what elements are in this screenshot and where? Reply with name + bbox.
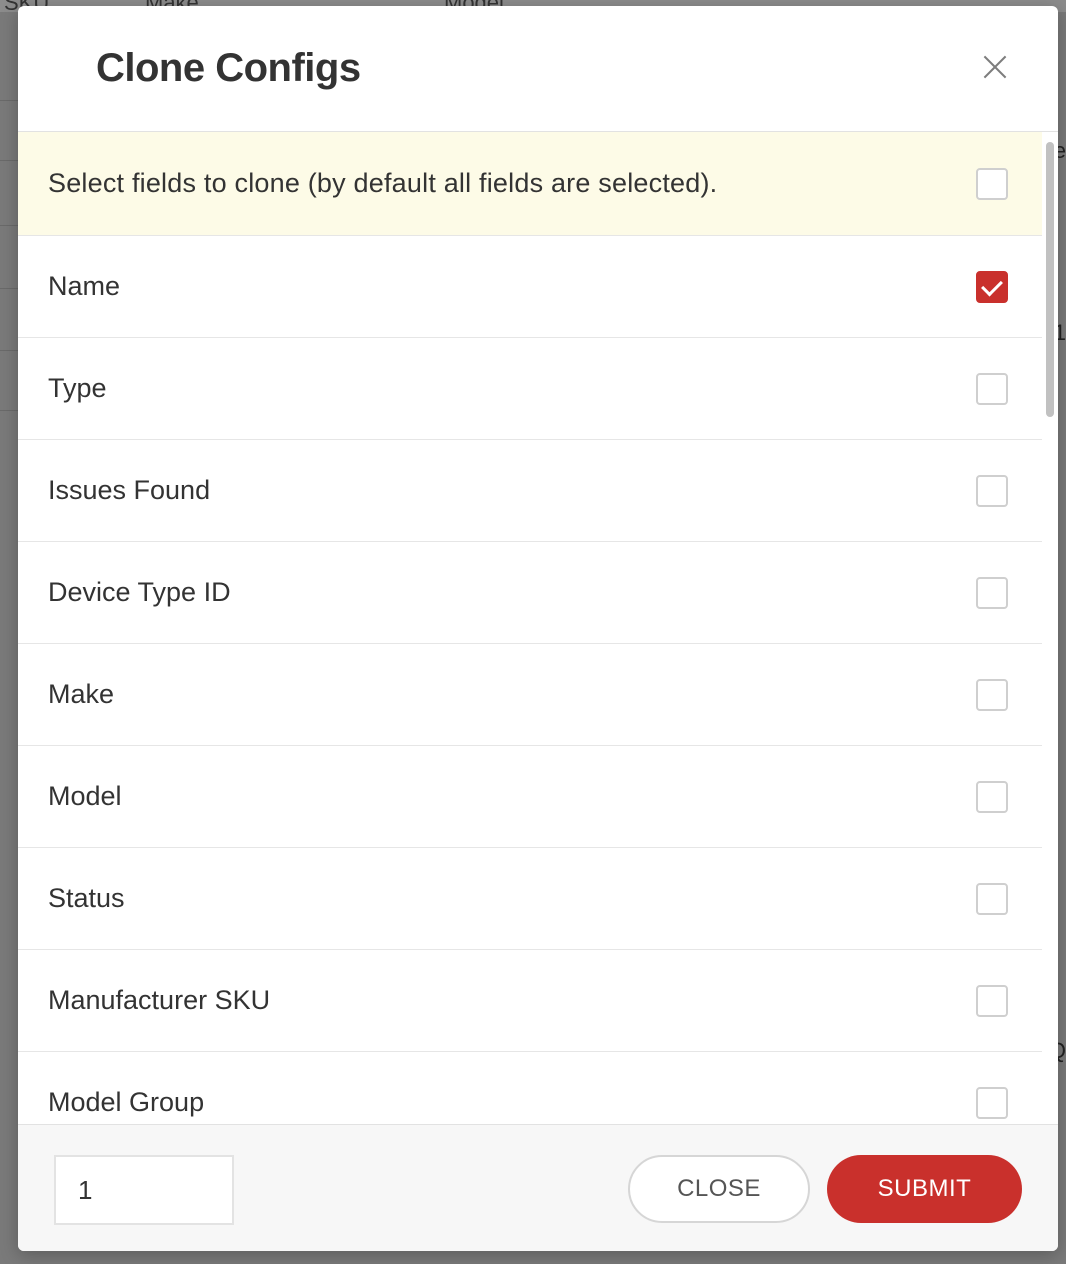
bg-divider [0, 225, 18, 226]
field-label: Type [48, 373, 107, 403]
modal-body: Select fields to clone (by default all f… [18, 132, 1058, 1124]
field-row: Make [18, 644, 1042, 746]
field-label: Manufacturer SKU [48, 985, 271, 1015]
field-checkbox[interactable] [976, 1086, 1008, 1119]
bg-divider [0, 350, 18, 351]
field-row: Name [18, 236, 1042, 338]
modal-footer: CLOSE SUBMIT [18, 1124, 1058, 1251]
bg-divider [0, 100, 18, 101]
submit-button[interactable]: SUBMIT [827, 1155, 1022, 1223]
field-checkbox[interactable] [976, 372, 1008, 405]
select-all-label: Select fields to clone (by default all f… [48, 168, 718, 198]
field-checkbox[interactable] [976, 678, 1008, 711]
modal-header: Clone Configs [18, 6, 1058, 132]
field-label: Device Type ID [48, 577, 231, 607]
select-all-checkbox[interactable] [976, 167, 1008, 200]
select-all-row: Select fields to clone (by default all f… [18, 132, 1042, 236]
field-row: Issues Found [18, 440, 1042, 542]
field-row: Manufacturer SKU [18, 950, 1042, 1052]
field-label: Status [48, 883, 125, 913]
field-checkbox[interactable] [976, 984, 1008, 1017]
field-checkbox[interactable] [976, 576, 1008, 609]
modal-title: Clone Configs [96, 46, 361, 90]
clone-configs-modal: Clone Configs Select fields to clone (by… [18, 6, 1058, 1251]
field-row: Status [18, 848, 1042, 950]
field-label: Make [48, 679, 115, 709]
field-label: Model [48, 781, 122, 811]
field-checkbox[interactable] [976, 882, 1008, 915]
field-label: Model Group [48, 1087, 205, 1117]
bg-divider [0, 410, 18, 411]
clone-count-input[interactable] [54, 1155, 234, 1225]
field-label: Issues Found [48, 475, 211, 505]
bg-divider [0, 160, 18, 161]
scrollbar-thumb[interactable] [1046, 142, 1054, 417]
field-checkbox[interactable] [976, 270, 1008, 303]
field-row: Model [18, 746, 1042, 848]
close-icon[interactable] [982, 54, 1008, 80]
close-button[interactable]: CLOSE [628, 1155, 810, 1223]
field-label: Name [48, 271, 121, 301]
field-row: Type [18, 338, 1042, 440]
field-checkbox[interactable] [976, 780, 1008, 813]
field-checkbox[interactable] [976, 474, 1008, 507]
field-row: Device Type ID [18, 542, 1042, 644]
bg-divider [0, 288, 18, 289]
field-list: Select fields to clone (by default all f… [18, 132, 1042, 1124]
field-row: Model Group [18, 1052, 1042, 1124]
